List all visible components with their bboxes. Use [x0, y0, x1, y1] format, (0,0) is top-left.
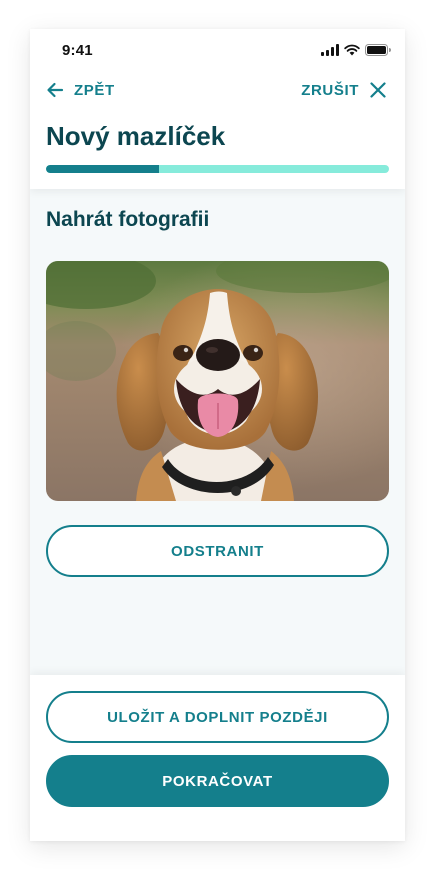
progress-bar — [46, 165, 389, 173]
wifi-icon — [344, 44, 360, 56]
arrow-left-icon — [47, 82, 64, 98]
remove-photo-button[interactable]: ODSTRANIT — [46, 525, 389, 577]
close-icon — [370, 82, 386, 98]
continue-button[interactable]: POKRAČOVAT — [46, 755, 389, 807]
status-time: 9:41 — [62, 42, 93, 59]
dog-photo-image — [46, 261, 389, 501]
footer: ULOŽIT A DOPLNIT POZDĚJI POKRAČOVAT — [30, 675, 405, 841]
uploaded-photo — [46, 261, 389, 501]
cancel-button[interactable]: ZRUŠIT — [301, 81, 387, 99]
progress-bar-fill — [46, 165, 160, 173]
back-button[interactable]: ZPĚT — [46, 81, 115, 99]
section-title: Nahrát fotografii — [46, 208, 210, 231]
cellular-signal-icon — [321, 44, 339, 56]
header: 9:41 ZPĚT ZRUŠIT Nový mazlíček — [30, 29, 405, 189]
cancel-label: ZRUŠIT — [301, 81, 359, 99]
status-bar: 9:41 — [30, 29, 405, 73]
phone-screen: 9:41 ZPĚT ZRUŠIT Nový mazlíček Nahrát fo… — [30, 29, 405, 841]
battery-icon — [365, 44, 391, 56]
page-title: Nový mazlíček — [46, 121, 226, 151]
status-icons — [321, 44, 391, 56]
save-later-button[interactable]: ULOŽIT A DOPLNIT POZDĚJI — [46, 691, 389, 743]
nav-row: ZPĚT ZRUŠIT — [30, 79, 405, 107]
back-label: ZPĚT — [74, 81, 115, 99]
